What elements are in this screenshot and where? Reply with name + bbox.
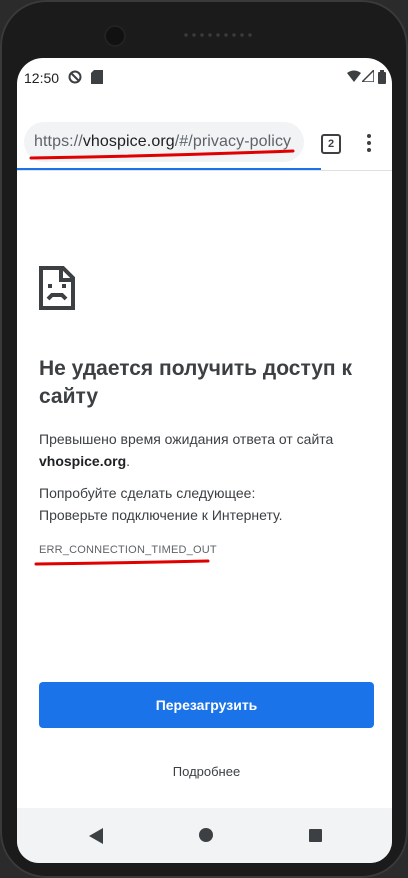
error-code-underline-annotation: [34, 559, 210, 566]
url-underline-annotation: [29, 149, 295, 160]
annotation-overlay: [29, 149, 295, 566]
phone-frame: 12:50 https://vhospice.org/#/privacy-pol…: [0, 0, 408, 878]
